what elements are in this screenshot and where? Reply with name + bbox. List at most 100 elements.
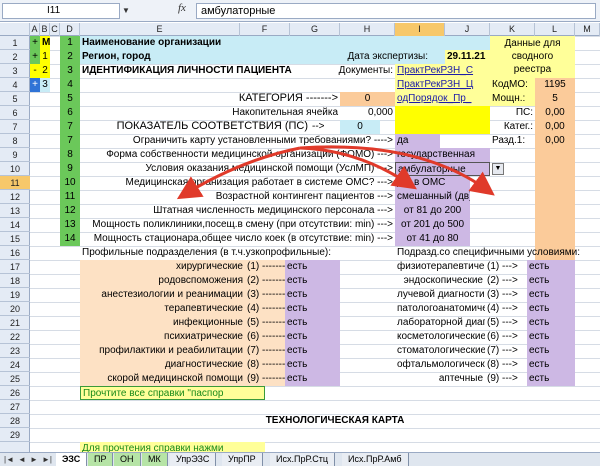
row-header[interactable]: 27 [0,400,30,414]
prev-sheet-icon[interactable]: ◄ [18,453,26,466]
moshch[interactable]: 5 [535,92,575,106]
row-header[interactable]: 24 [0,358,30,372]
special-value[interactable]: есть [527,330,575,344]
row-header[interactable]: 16 [0,246,30,260]
col-header-b[interactable]: B [40,23,50,36]
row-header[interactable]: 2 [0,50,30,64]
special-value[interactable]: есть [527,358,575,372]
ps-value[interactable]: 0,00 [535,106,575,120]
col-header-j[interactable]: J [445,23,490,36]
special-value[interactable]: есть [527,288,575,302]
special-value[interactable]: есть [527,302,575,316]
profile-value[interactable]: есть [285,316,340,330]
tab-ezs[interactable]: ЭЗС [56,453,88,466]
row-header[interactable]: 10 [0,162,30,176]
tab-on[interactable]: ОН [114,453,141,466]
name-box[interactable]: I11 [2,3,120,19]
last-sheet-icon[interactable]: ►| [42,453,52,466]
tab-pr[interactable]: ПР [88,453,114,466]
col-header-g[interactable]: G [290,23,340,36]
row-header[interactable]: 4 [0,78,30,92]
row-header[interactable]: 25 [0,372,30,386]
info-value[interactable]: да [395,134,440,148]
info-value[interactable]: от 81 до 200 [395,204,470,218]
info-value[interactable]: государственная [395,148,490,162]
exam-date[interactable]: 29.11.21 [445,50,490,64]
outline-plus[interactable]: + [30,36,40,50]
row-header[interactable]: 3 [0,64,30,78]
info-value[interactable]: от 41 до 80 [395,232,470,246]
row-header[interactable]: 11 [0,176,30,190]
razd-value[interactable]: 0,00 [535,134,575,148]
first-sheet-icon[interactable]: |◄ [4,453,14,466]
bottom-note-link[interactable]: Для прочтения справки нажми [80,442,265,452]
row-header[interactable]: 20 [0,302,30,316]
special-value[interactable]: есть [527,344,575,358]
kateg-value[interactable]: 0,00 [535,120,575,134]
ps-indicator-value[interactable]: 0 [340,120,380,134]
row-header[interactable]: 22 [0,330,30,344]
tab-ish-prr-stc[interactable]: Исх.ПрР.Стц [270,453,336,466]
kod-mo[interactable]: 1195 [535,78,575,92]
tab-upr-ezs[interactable]: УпрЭЗС [170,453,217,466]
doc-link-1[interactable]: ПрактРекРЗН_С [395,64,490,78]
col-header-m[interactable]: M [575,23,600,36]
row-header[interactable]: 9 [0,148,30,162]
row-header[interactable]: 29 [0,428,30,442]
col-header-l[interactable]: L [535,23,575,36]
col-header-k[interactable]: K [490,23,535,36]
service-conditions-select[interactable]: амбулаторные [395,162,490,176]
outline-minus[interactable]: - [30,64,40,78]
info-value[interactable]: смешанный (дв) [395,190,470,204]
row-header[interactable]: 5 [0,92,30,106]
row-header[interactable]: 23 [0,344,30,358]
row-header[interactable]: 7 [0,120,30,134]
row-header[interactable]: 14 [0,218,30,232]
col-header-f[interactable]: F [240,23,290,36]
function-icon[interactable]: fx [178,2,186,14]
row-header[interactable]: 17 [0,260,30,274]
col-header-c[interactable]: C [50,23,60,36]
row-header[interactable]: 15 [0,232,30,246]
outline-plus[interactable]: + [30,50,40,64]
col-header-e[interactable]: E [80,23,240,36]
special-value[interactable]: есть [527,372,575,386]
profile-value[interactable]: есть [285,274,340,288]
row-header[interactable]: 8 [0,134,30,148]
next-sheet-icon[interactable]: ► [30,453,38,466]
row-header[interactable]: 6 [0,106,30,120]
row-header[interactable]: 19 [0,288,30,302]
col-header-h[interactable]: H [340,23,395,36]
read-note-link[interactable]: Прочтите все справки "паспор [80,386,265,400]
profile-value[interactable]: есть [285,330,340,344]
tab-upr-pr[interactable]: УпрПР [222,453,263,466]
chevron-down-icon[interactable]: ▼ [122,6,130,15]
tab-ish-prr-amb[interactable]: Исх.ПрР.Амб [342,453,409,466]
col-header-a[interactable]: A [30,23,40,36]
row-header[interactable]: 26 [0,386,30,400]
outline-plus[interactable]: + [30,78,40,92]
info-value[interactable]: от 201 до 500 [395,218,470,232]
profile-value[interactable]: есть [285,288,340,302]
chevron-down-icon[interactable]: ▼ [492,163,504,175]
doc-link-3[interactable]: одПорядок_Пр_ [395,92,490,106]
spreadsheet-grid[interactable]: + МО + 1 - 2 + 3 1 2 3 4 5 6 7 7 8 9 10 … [30,36,600,452]
profile-value[interactable]: есть [285,302,340,316]
formula-input[interactable]: амбулаторные [196,3,596,19]
col-header-d[interactable]: D [60,23,80,36]
col-header-i[interactable]: I [395,23,445,36]
profile-value[interactable]: есть [285,344,340,358]
profile-value[interactable]: есть [285,358,340,372]
profile-value[interactable]: есть [285,372,340,386]
profile-value[interactable]: есть [285,260,340,274]
row-header[interactable]: 28 [0,414,30,428]
tab-mk[interactable]: МК [142,453,168,466]
row-header[interactable]: 21 [0,316,30,330]
category-value[interactable]: 0 [340,92,395,106]
doc-link-2[interactable]: ПрактРекРЗН_Ц [395,78,490,92]
special-value[interactable]: есть [527,260,575,274]
row-header[interactable]: 1 [0,36,30,50]
special-value[interactable]: есть [527,274,575,288]
org-name[interactable]: Наименование организации [80,36,510,50]
select-all-corner[interactable] [0,23,30,36]
